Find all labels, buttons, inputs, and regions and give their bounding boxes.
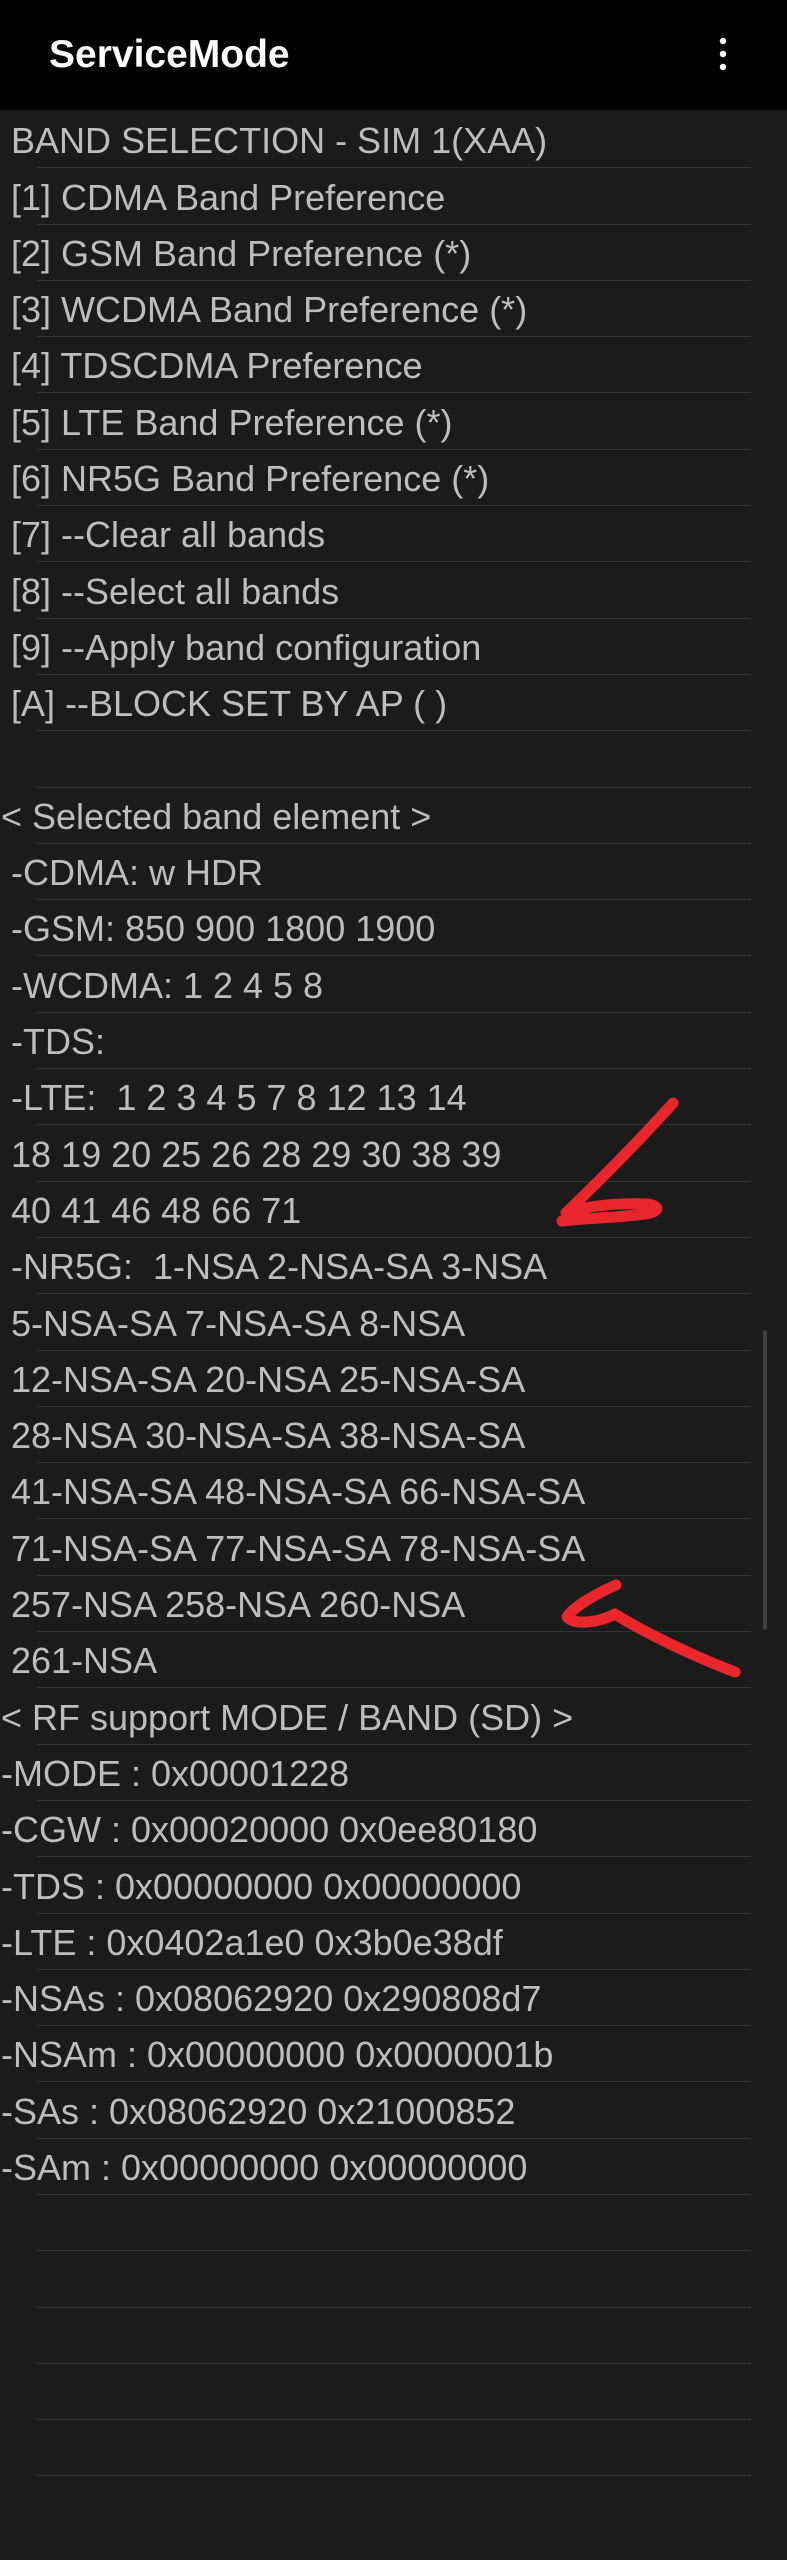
- list-item: 40 41 46 48 66 71: [0, 1182, 787, 1239]
- list-item[interactable]: [A] --BLOCK SET BY AP ( ): [0, 675, 787, 732]
- list-item: -MODE : 0x00001228: [0, 1745, 787, 1802]
- list-item-label: 71-NSA-SA 77-NSA-SA 78-NSA-SA: [11, 1527, 586, 1569]
- list-item-label: [8] --Select all bands: [11, 570, 340, 612]
- list-item: -NSAm : 0x00000000 0x0000001b: [0, 2026, 787, 2083]
- list-item: [0, 731, 787, 788]
- list-item[interactable]: [2] GSM Band Preference (*): [0, 225, 787, 282]
- list-item: -TDS : 0x00000000 0x00000000: [0, 1857, 787, 1914]
- list-item-label: 41-NSA-SA 48-NSA-SA 66-NSA-SA: [11, 1471, 586, 1513]
- list-item-label: 28-NSA 30-NSA-SA 38-NSA-SA: [11, 1415, 526, 1457]
- list-item: BAND SELECTION - SIM 1(XAA): [0, 112, 787, 169]
- list-item-label: -NR5G: 1-NSA 2-NSA-SA 3-NSA: [11, 1246, 548, 1288]
- list-item-label: [2] GSM Band Preference (*): [11, 232, 472, 274]
- list-item-label: -GSM: 850 900 1800 1900: [11, 908, 436, 950]
- list-item-label: -CGW : 0x00020000 0x0ee80180: [1, 1809, 538, 1851]
- list-item: -NR5G: 1-NSA 2-NSA-SA 3-NSA: [0, 1238, 787, 1295]
- list-item: 28-NSA 30-NSA-SA 38-NSA-SA: [0, 1407, 787, 1464]
- list-item-label: -SAm : 0x00000000 0x00000000: [1, 2146, 528, 2188]
- list-item-label: < RF support MODE / BAND (SD) >: [1, 1696, 574, 1738]
- list-item[interactable]: [6] NR5G Band Preference (*): [0, 450, 787, 507]
- list-item-label: 18 19 20 25 26 28 29 30 38 39: [11, 1133, 502, 1175]
- list-item-label: 261-NSA: [11, 1640, 158, 1682]
- list-item-label: [7] --Clear all bands: [11, 514, 326, 556]
- list-item-label: -TDS : 0x00000000 0x00000000: [1, 1865, 522, 1907]
- list-item-label: [4] TDSCDMA Preference: [11, 345, 423, 387]
- scrollbar[interactable]: [763, 1330, 767, 1630]
- list-item-label: -NSAs : 0x08062920 0x290808d7: [1, 1978, 542, 2020]
- app-title: ServiceMode: [49, 33, 290, 76]
- list-item: 257-NSA 258-NSA 260-NSA: [0, 1576, 787, 1633]
- list-item: [0, 2251, 787, 2308]
- list-item: -GSM: 850 900 1800 1900: [0, 900, 787, 957]
- list-item-label: -SAs : 0x08062920 0x21000852: [1, 2090, 516, 2132]
- list-item: 71-NSA-SA 77-NSA-SA 78-NSA-SA: [0, 1519, 787, 1577]
- list-item: -TDS:: [0, 1013, 787, 1070]
- list-item: -CGW : 0x00020000 0x0ee80180: [0, 1801, 787, 1858]
- list-item-label: [3] WCDMA Band Preference (*): [11, 289, 528, 331]
- list-item-label: [5] LTE Band Preference (*): [11, 401, 453, 443]
- list-item-label: [9] --Apply band configuration: [11, 626, 482, 668]
- list-item-label: -CDMA: w HDR: [11, 852, 263, 894]
- more-options-button[interactable]: [700, 25, 750, 85]
- more-vertical-icon: [719, 37, 727, 71]
- list-item: -SAs : 0x08062920 0x21000852: [0, 2082, 787, 2139]
- list-item-label: 40 41 46 48 66 71: [11, 1189, 302, 1231]
- list-item[interactable]: [9] --Apply band configuration: [0, 619, 787, 676]
- list-item: 12-NSA-SA 20-NSA 25-NSA-SA: [0, 1351, 787, 1408]
- list-item-label: [6] NR5G Band Preference (*): [11, 458, 490, 500]
- list-item-label: -MODE : 0x00001228: [1, 1752, 350, 1794]
- list-item: -LTE: 1 2 3 4 5 7 8 12 13 14: [0, 1069, 787, 1126]
- list-item-label: < Selected band element >: [1, 795, 432, 837]
- list-item: [0, 2420, 787, 2477]
- list-item: -SAm : 0x00000000 0x00000000: [0, 2139, 787, 2196]
- list-item-label: 257-NSA 258-NSA 260-NSA: [11, 1584, 466, 1626]
- service-mode-screen: ServiceMode BAND SELECTION - SIM 1(XAA) […: [0, 0, 787, 2560]
- list-item[interactable]: [4] TDSCDMA Preference: [0, 337, 787, 394]
- list-item: < Selected band element >: [0, 788, 787, 845]
- list-item: 41-NSA-SA 48-NSA-SA 66-NSA-SA: [0, 1463, 787, 1520]
- list-item-label: -NSAm : 0x00000000 0x0000001b: [1, 2034, 554, 2076]
- list-item: 261-NSA: [0, 1632, 787, 1689]
- list-item[interactable]: [1] CDMA Band Preference: [0, 168, 787, 225]
- list-item-label: 12-NSA-SA 20-NSA 25-NSA-SA: [11, 1358, 526, 1400]
- list-item[interactable]: [7] --Clear all bands: [0, 506, 787, 563]
- list-item-label: BAND SELECTION - SIM 1(XAA): [11, 120, 548, 162]
- list-item: < RF support MODE / BAND (SD) >: [0, 1688, 787, 1745]
- list-item: -NSAs : 0x08062920 0x290808d7: [0, 1970, 787, 2027]
- list-item[interactable]: [8] --Select all bands: [0, 562, 787, 619]
- list-item-label: -WCDMA: 1 2 4 5 8: [11, 964, 324, 1006]
- list-item-label: -TDS:: [11, 1021, 105, 1063]
- list-item[interactable]: [3] WCDMA Band Preference (*): [0, 281, 787, 338]
- list-item: 18 19 20 25 26 28 29 30 38 39: [0, 1125, 787, 1182]
- list-item: -LTE : 0x0402a1e0 0x3b0e38df: [0, 1914, 787, 1971]
- list-item-label: [1] CDMA Band Preference: [11, 176, 446, 218]
- list-item-label: -LTE: 1 2 3 4 5 7 8 12 13 14: [11, 1077, 467, 1119]
- list-item: -WCDMA: 1 2 4 5 8: [0, 956, 787, 1014]
- list-item[interactable]: [5] LTE Band Preference (*): [0, 393, 787, 451]
- list-item-label: 5-NSA-SA 7-NSA-SA 8-NSA: [11, 1302, 466, 1344]
- list-item: [0, 2308, 787, 2365]
- list-item-label: [A] --BLOCK SET BY AP ( ): [11, 683, 448, 725]
- list-item: 5-NSA-SA 7-NSA-SA 8-NSA: [0, 1294, 787, 1351]
- list-item: [0, 2364, 787, 2421]
- list-item-label: -LTE : 0x0402a1e0 0x3b0e38df: [1, 1921, 503, 1963]
- app-bar: ServiceMode: [0, 0, 787, 110]
- list-item: [0, 2195, 787, 2252]
- list-item: -CDMA: w HDR: [0, 844, 787, 901]
- service-menu-list: BAND SELECTION - SIM 1(XAA) [1] CDMA Band…: [0, 112, 787, 2477]
